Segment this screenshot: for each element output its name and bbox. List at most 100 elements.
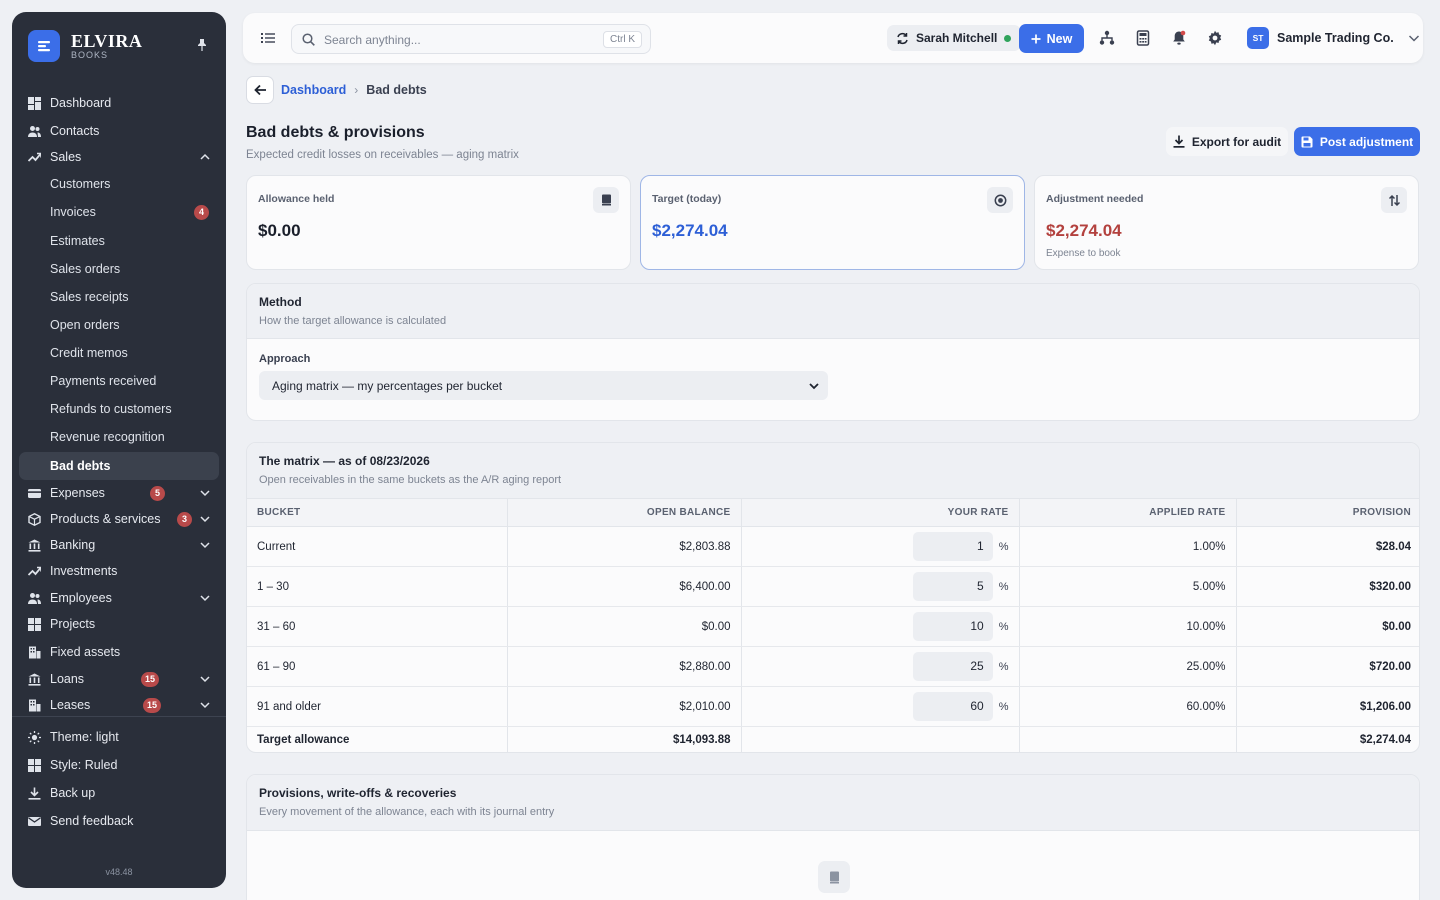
company-switcher[interactable]: ST Sample Trading Co.	[1247, 25, 1420, 51]
breadcrumb-current: Bad debts	[366, 83, 427, 97]
applied-rate-cell: 60.00%	[1018, 686, 1236, 727]
column-header-provision[interactable]: Provision	[1235, 498, 1419, 527]
applied-rate-cell: 25.00%	[1018, 646, 1236, 687]
post-adjustment-button[interactable]: Post adjustment	[1294, 127, 1420, 156]
sidebar-item-sales[interactable]: Sales	[19, 144, 219, 170]
column-header-bucket[interactable]: Bucket	[247, 498, 507, 527]
sidebar-item-payments-received[interactable]: Payments received	[19, 368, 219, 394]
balance-cell: $2,880.00	[506, 646, 741, 687]
sidebar-item-bad-debts[interactable]: Bad debts	[19, 452, 219, 480]
list-menu-icon[interactable]	[261, 31, 275, 45]
stat-value: $2,274.04	[652, 221, 728, 240]
user-switcher[interactable]: Sarah Mitchell	[887, 25, 1022, 51]
approach-select[interactable]: Aging matrix — my percentages per bucket	[259, 371, 828, 400]
stat-label: Allowance held	[258, 193, 335, 205]
rate-input[interactable]: 5	[912, 572, 993, 601]
brand-logo-icon	[28, 30, 60, 62]
rate-input[interactable]: 25	[912, 652, 993, 681]
brand[interactable]: ELVIRA BOOKS	[28, 28, 142, 64]
chevron-down-icon	[200, 702, 210, 709]
sidebar-item-revenue-recognition[interactable]: Revenue recognition	[19, 424, 219, 450]
sidebar-item-estimates[interactable]: Estimates	[19, 228, 219, 254]
sidebar-item-sales-receipts[interactable]: Sales receipts	[19, 284, 219, 310]
company-name: Sample Trading Co.	[1277, 31, 1394, 45]
feedback-button[interactable]: Send feedback	[19, 808, 219, 834]
app-version: v48.48	[105, 867, 133, 877]
sidebar-item-investments[interactable]: Investments	[19, 558, 219, 584]
calculator-icon[interactable]	[1135, 30, 1151, 46]
sidebar-item-contacts[interactable]: Contacts	[19, 118, 219, 144]
panel-subtitle: Every movement of the allowance, each wi…	[259, 806, 555, 818]
sidebar-item-dashboard[interactable]: Dashboard	[19, 90, 219, 116]
trend-icon	[28, 152, 41, 162]
column-header-your-rate[interactable]: Your rate	[740, 498, 1019, 527]
bucket-cell: 61 – 90	[247, 646, 507, 687]
download-icon	[28, 787, 41, 800]
column-header-applied-rate[interactable]: Applied rate	[1018, 498, 1236, 527]
panel-header: Provisions, write-offs & recoveries Ever…	[247, 775, 1419, 831]
new-button[interactable]: New	[1019, 24, 1084, 53]
sidebar-item-open-orders[interactable]: Open orders	[19, 312, 219, 338]
percent-sign: %	[998, 620, 1009, 633]
box-icon	[28, 512, 41, 526]
search-input[interactable]: Search anything... Ctrl K	[291, 24, 651, 54]
provision-cell: $0.00	[1235, 606, 1419, 647]
total-balance: $14,093.88	[506, 726, 741, 752]
breadcrumb-link-dashboard[interactable]: Dashboard	[281, 83, 346, 97]
building-icon	[29, 646, 41, 658]
stat-value: $0.00	[258, 221, 301, 240]
search-placeholder: Search anything...	[324, 33, 421, 47]
balance-cell: $0.00	[506, 606, 741, 647]
building-icon	[29, 699, 41, 711]
applied-rate-cell: 5.00%	[1018, 566, 1236, 607]
sidebar-item-refunds[interactable]: Refunds to customers	[19, 396, 219, 422]
sidebar-item-label: Loans	[50, 672, 85, 686]
panel-title: Provisions, write-offs & recoveries	[259, 786, 457, 800]
sidebar-item-employees[interactable]: Employees	[19, 585, 219, 611]
trend-icon	[28, 566, 41, 576]
sidebar-item-label: Theme: light	[50, 730, 119, 744]
sidebar-item-expenses[interactable]: Expenses 5	[19, 480, 219, 506]
sidebar-item-credit-memos[interactable]: Credit memos	[19, 340, 219, 366]
export-audit-button[interactable]: Export for audit	[1166, 127, 1288, 156]
sidebar-item-projects[interactable]: Projects	[19, 611, 219, 637]
back-button[interactable]	[246, 76, 274, 104]
provision-cell: $1,206.00	[1235, 686, 1419, 727]
sidebar-item-fixed-assets[interactable]: Fixed assets	[19, 639, 219, 665]
percent-sign: %	[998, 700, 1009, 713]
chevron-down-icon	[200, 490, 210, 497]
sidebar-item-label: Invoices	[50, 205, 96, 219]
theme-toggle[interactable]: Theme: light	[19, 724, 219, 750]
sidebar-item-label: Leases	[50, 698, 91, 712]
bank-icon	[28, 539, 41, 552]
sidebar-item-banking[interactable]: Banking	[19, 532, 219, 558]
target-icon	[987, 187, 1013, 213]
bell-icon[interactable]	[1171, 30, 1187, 46]
column-header-open-balance[interactable]: Open balance	[506, 498, 741, 527]
rate-input[interactable]: 60	[912, 692, 993, 721]
bucket-cell: Current	[247, 526, 507, 567]
bucket-cell: 91 and older	[247, 686, 507, 727]
panel-header: The matrix — as of 08/23/2026 Open recei…	[247, 443, 1419, 498]
sidebar-item-leases[interactable]: Leases 15	[19, 692, 219, 716]
backup-button[interactable]: Back up	[19, 780, 219, 806]
style-toggle[interactable]: Style: Ruled	[19, 752, 219, 778]
bucket-cell: 1 – 30	[247, 566, 507, 607]
method-panel: Method How the target allowance is calcu…	[246, 283, 1420, 421]
rate-input[interactable]: 1	[912, 532, 993, 561]
contacts-icon	[28, 125, 41, 137]
matrix-panel: The matrix — as of 08/23/2026 Open recei…	[246, 442, 1420, 753]
rate-input[interactable]: 10	[912, 612, 993, 641]
hierarchy-icon[interactable]	[1099, 30, 1115, 46]
pin-icon[interactable]	[196, 38, 208, 52]
sidebar-item-invoices[interactable]: Invoices 4	[19, 199, 219, 225]
sidebar-item-products[interactable]: Products & services 3	[19, 506, 219, 532]
people-icon	[28, 592, 41, 604]
sidebar-item-sales-orders[interactable]: Sales orders	[19, 256, 219, 282]
post-adjustment-label: Post adjustment	[1319, 134, 1414, 149]
gear-icon[interactable]	[1207, 30, 1223, 46]
shortcut-hint: Ctrl K	[603, 31, 642, 48]
sidebar-item-customers[interactable]: Customers	[19, 171, 219, 197]
percent-sign: %	[998, 540, 1009, 553]
sidebar-item-loans[interactable]: Loans 15	[19, 666, 219, 692]
